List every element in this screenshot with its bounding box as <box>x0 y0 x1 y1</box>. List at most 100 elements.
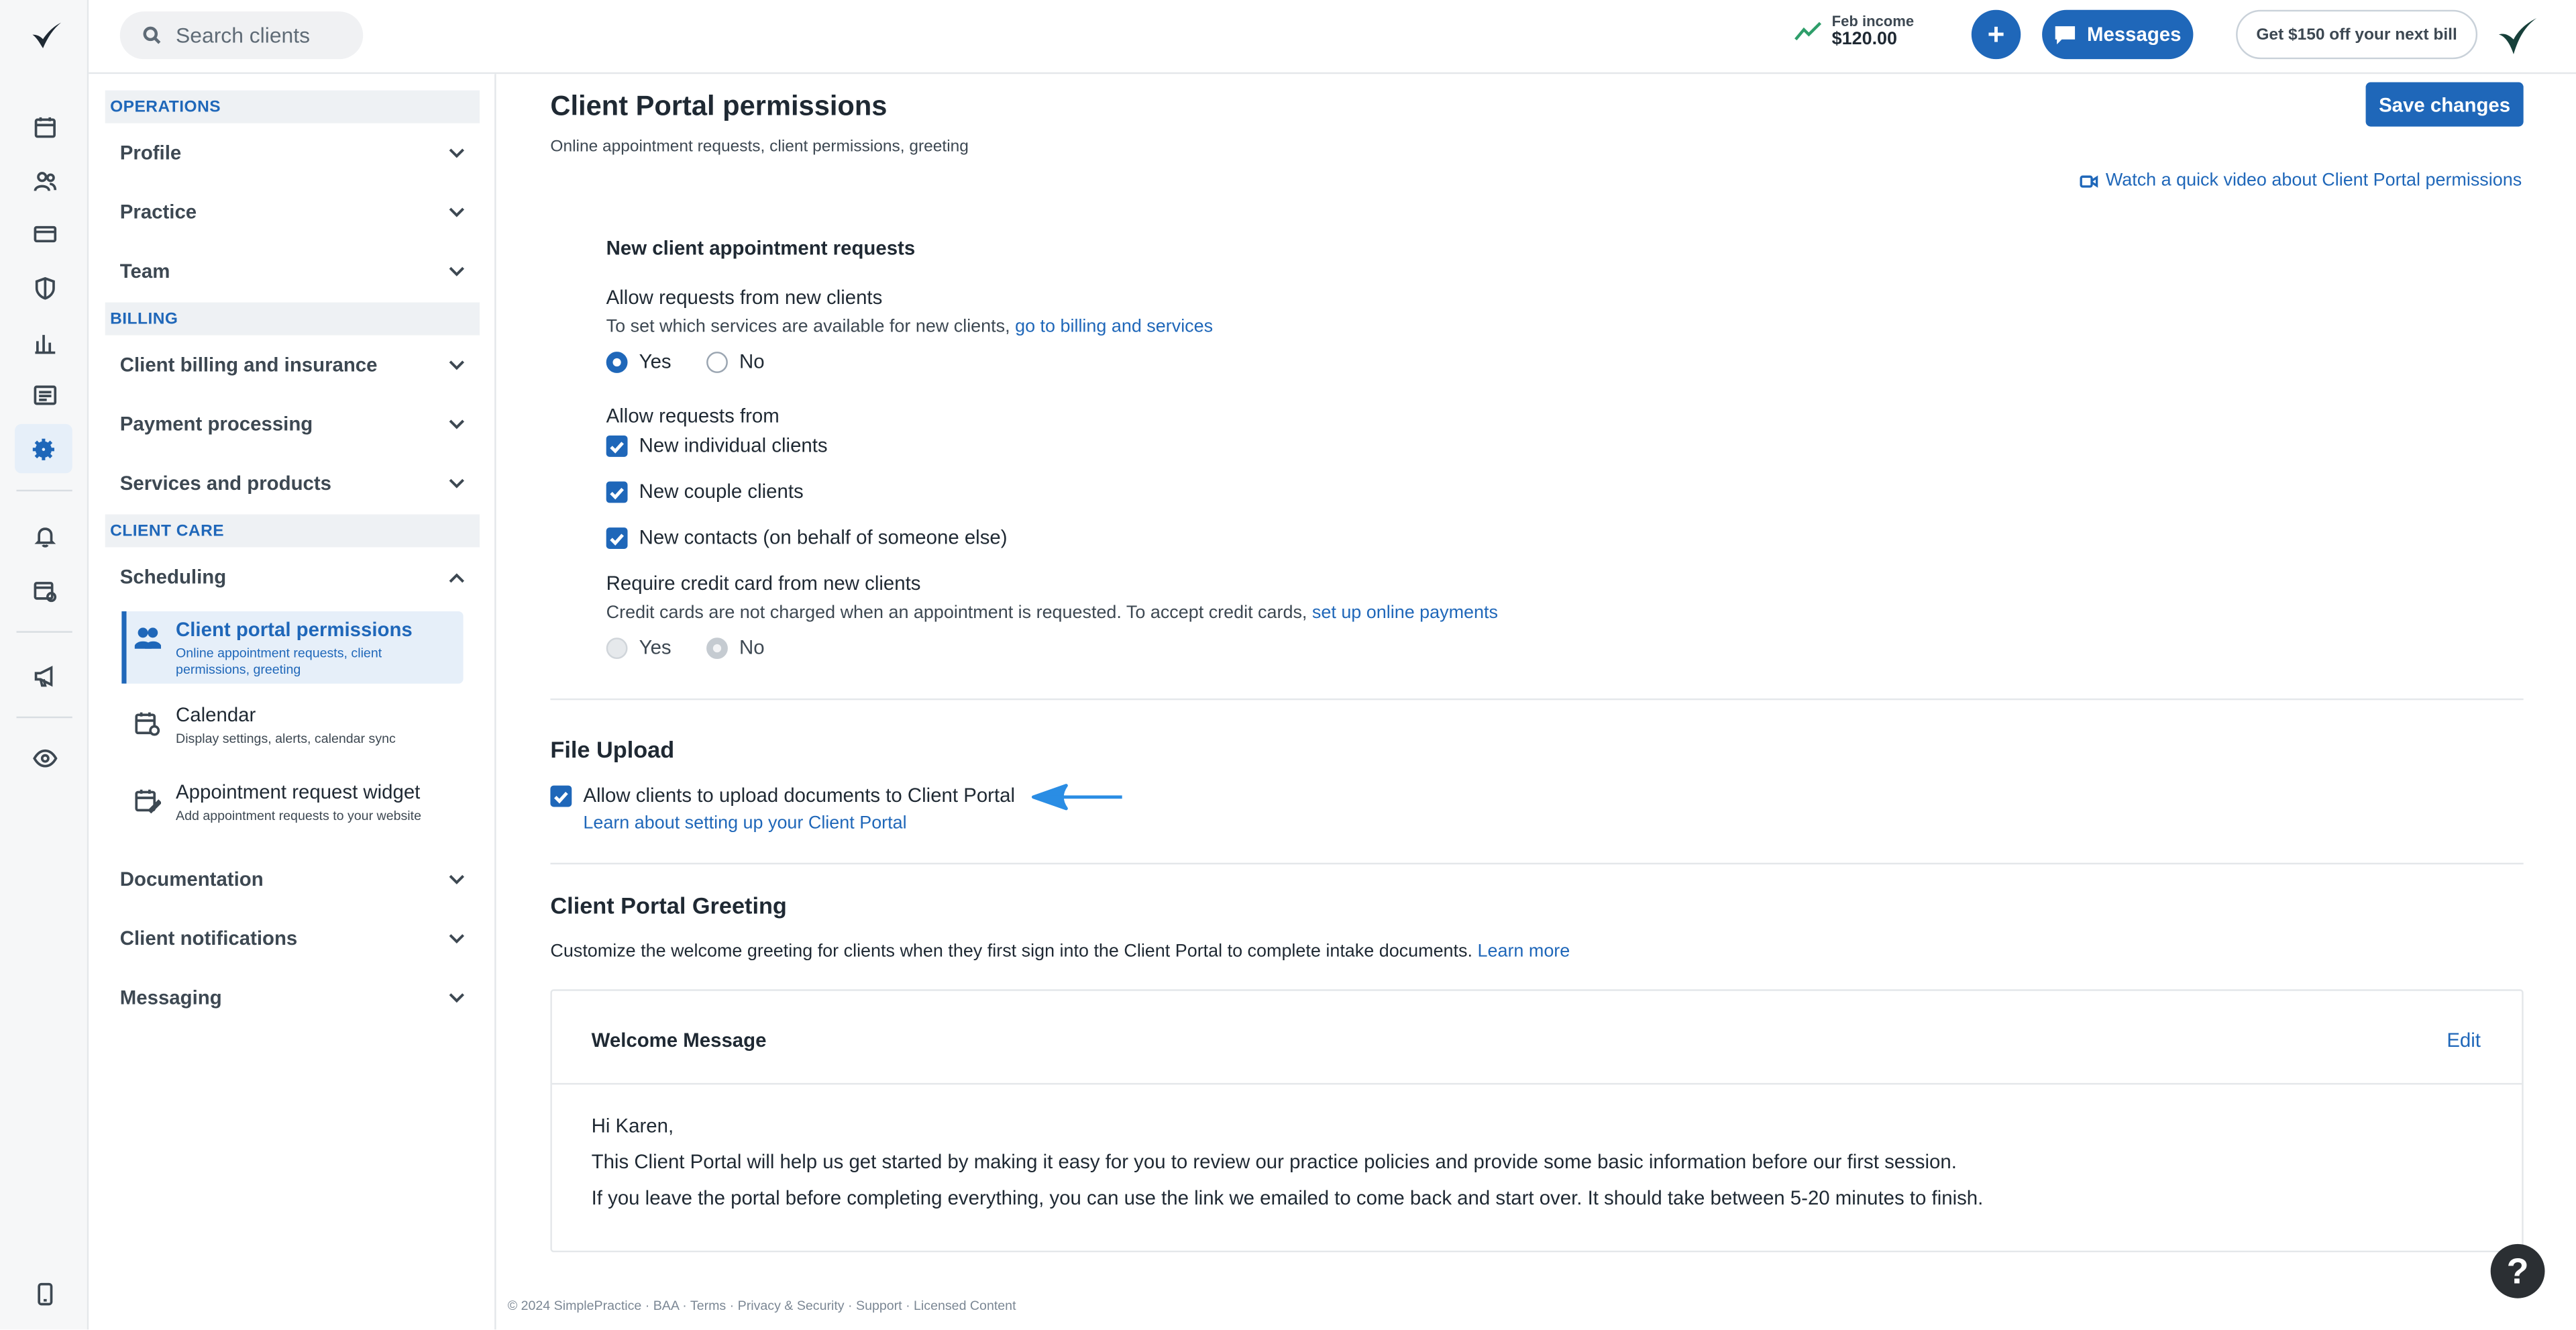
search-input[interactable] <box>176 23 357 48</box>
sidebar-item-services-products[interactable]: Services and products <box>105 460 480 507</box>
chevron-down-icon <box>449 266 465 276</box>
sidebar-subitem-calendar[interactable]: Calendar Display settings, alerts, calen… <box>121 697 463 762</box>
income-label: Feb income <box>1831 13 1915 30</box>
watch-video-link[interactable]: Watch a quick video about Client Portal … <box>2079 171 2522 191</box>
help-button[interactable]: ? <box>2490 1243 2545 1298</box>
chevron-down-icon <box>449 933 465 943</box>
allow-new-yes-radio[interactable] <box>606 352 628 373</box>
sidebar-item-profile[interactable]: Profile <box>105 130 480 176</box>
income-summary[interactable]: Feb income $120.00 <box>1794 13 1915 50</box>
settings-sidebar: OPERATIONS Profile Practice Team BILLING… <box>89 74 496 1330</box>
couple-clients-checkbox[interactable] <box>606 481 628 503</box>
sidebar-item-label: Team <box>119 259 170 283</box>
sidebar-subitem-client-portal-permissions[interactable]: Client portal permissions Online appoint… <box>121 611 464 684</box>
sidebar-item-documentation[interactable]: Documentation <box>105 856 480 903</box>
sidebar-item-scheduling[interactable]: Scheduling <box>105 554 480 600</box>
sidebar-item-team[interactable]: Team <box>105 248 480 295</box>
account-avatar-logo-icon[interactable] <box>2496 15 2538 58</box>
checkmark-icon <box>610 533 624 545</box>
allow-from-label: Allow requests from <box>606 404 780 427</box>
income-value: $120.00 <box>1831 30 1898 50</box>
new-contacts-checkbox[interactable] <box>606 527 628 549</box>
welcome-line: This Client Portal will help us get star… <box>591 1150 1957 1174</box>
help-question-icon: ? <box>2506 1249 2529 1291</box>
sidebar-subitem-appointment-widget[interactable]: Appointment request widget Add appointme… <box>121 774 463 839</box>
reports-list-icon[interactable] <box>28 378 61 411</box>
promo-button[interactable]: Get $150 off your next bill <box>2236 9 2478 60</box>
icon-rail <box>0 0 89 1330</box>
chevron-down-icon <box>449 419 465 429</box>
sidebar-item-client-billing[interactable]: Client billing and insurance <box>105 342 480 388</box>
plus-icon: + <box>1987 17 2005 50</box>
mobile-app-icon[interactable] <box>28 1277 61 1310</box>
sidebar-item-payment-processing[interactable]: Payment processing <box>105 401 480 448</box>
settings-gear-icon[interactable] <box>15 423 72 474</box>
section-divider <box>550 862 2524 865</box>
subitem-desc: Online appointment requests, client perm… <box>176 646 382 677</box>
save-changes-button[interactable]: Save changes <box>2365 82 2524 127</box>
messages-button[interactable]: Messages <box>2042 9 2194 60</box>
chevron-up-icon <box>449 572 465 582</box>
search-box[interactable] <box>119 11 364 60</box>
sidebar-item-label: Profile <box>119 141 182 164</box>
greeting-heading: Client Portal Greeting <box>550 892 787 919</box>
allow-new-no-radio[interactable] <box>706 352 728 373</box>
chevron-down-icon <box>449 874 465 884</box>
file-upload-checkbox[interactable] <box>550 785 572 807</box>
calendar-icon[interactable] <box>28 110 61 143</box>
sidebar-item-client-notifications[interactable]: Client notifications <box>105 915 480 962</box>
allow-new-no-label: No <box>739 350 765 373</box>
subitem-title: Appointment request widget <box>176 780 421 804</box>
chevron-down-icon <box>449 148 465 158</box>
individual-clients-checkbox[interactable] <box>606 435 628 457</box>
welcome-line: Hi Karen, <box>591 1114 674 1137</box>
video-camera-icon <box>2079 174 2098 187</box>
billing-services-link[interactable]: go to billing and services <box>1015 317 1213 337</box>
sidebar-item-messaging[interactable]: Messaging <box>105 974 480 1021</box>
preview-eye-icon[interactable] <box>28 741 61 774</box>
credit-no-radio[interactable] <box>706 637 728 660</box>
create-new-button[interactable]: + <box>1971 9 2021 60</box>
app-root: Feb income $120.00 + Messages Get $150 o… <box>0 0 2576 1330</box>
rail-divider <box>16 489 72 492</box>
welcome-message-card: Welcome Message Edit Hi Karen, This Clie… <box>550 989 2524 1253</box>
page-title: Client Portal permissions <box>550 90 888 122</box>
allow-new-clients-label: Allow requests from new clients <box>606 286 883 309</box>
online-payments-link[interactable]: set up online payments <box>1312 603 1498 623</box>
new-contacts-label: New contacts (on behalf of someone else) <box>639 525 1008 549</box>
marketing-megaphone-icon[interactable] <box>28 659 61 692</box>
greeting-description: Customize the welcome greeting for clien… <box>550 941 1570 961</box>
app-logo-icon[interactable] <box>28 18 64 54</box>
client-portal-setup-link[interactable]: Learn about setting up your Client Porta… <box>583 813 906 833</box>
calendar-settings-icon[interactable] <box>28 574 61 607</box>
pointer-arrow-icon <box>1031 784 1122 811</box>
credit-yes-radio[interactable] <box>606 637 628 660</box>
section-client-care: CLIENT CARE <box>105 514 480 548</box>
rail-divider <box>16 631 72 633</box>
subitem-title: Calendar <box>176 703 256 727</box>
insurance-shield-icon[interactable] <box>28 271 61 304</box>
allow-new-clients-hint: To set which services are available for … <box>606 317 1213 337</box>
chat-bubble-icon <box>2055 25 2076 44</box>
footer-links[interactable]: © 2024 SimplePractice · BAA · Terms · Pr… <box>508 1298 1016 1313</box>
section-divider <box>550 698 2524 701</box>
credit-no-label: No <box>739 635 765 660</box>
notifications-bell-icon[interactable] <box>28 519 61 552</box>
checkmark-icon <box>554 790 568 803</box>
chevron-down-icon <box>449 360 465 370</box>
clients-icon[interactable] <box>28 164 61 197</box>
sidebar-item-label: Scheduling <box>119 565 227 589</box>
file-upload-heading: File Upload <box>550 736 675 763</box>
welcome-line: If you leave the portal before completin… <box>591 1186 1984 1210</box>
edit-welcome-link[interactable]: Edit <box>2447 1029 2481 1052</box>
sidebar-item-label: Client notifications <box>119 927 298 950</box>
analytics-icon[interactable] <box>28 325 61 358</box>
sidebar-item-practice[interactable]: Practice <box>105 189 480 236</box>
billing-card-icon[interactable] <box>28 217 61 250</box>
sidebar-item-label: Payment processing <box>119 412 313 436</box>
section-operations: OPERATIONS <box>105 90 480 123</box>
allow-new-yes-label: Yes <box>639 350 672 373</box>
greeting-learn-more-link[interactable]: Learn more <box>1477 941 1570 961</box>
greeting-desc-text: Customize the welcome greeting for clien… <box>550 941 1472 962</box>
calendar-edit-icon <box>135 789 162 814</box>
